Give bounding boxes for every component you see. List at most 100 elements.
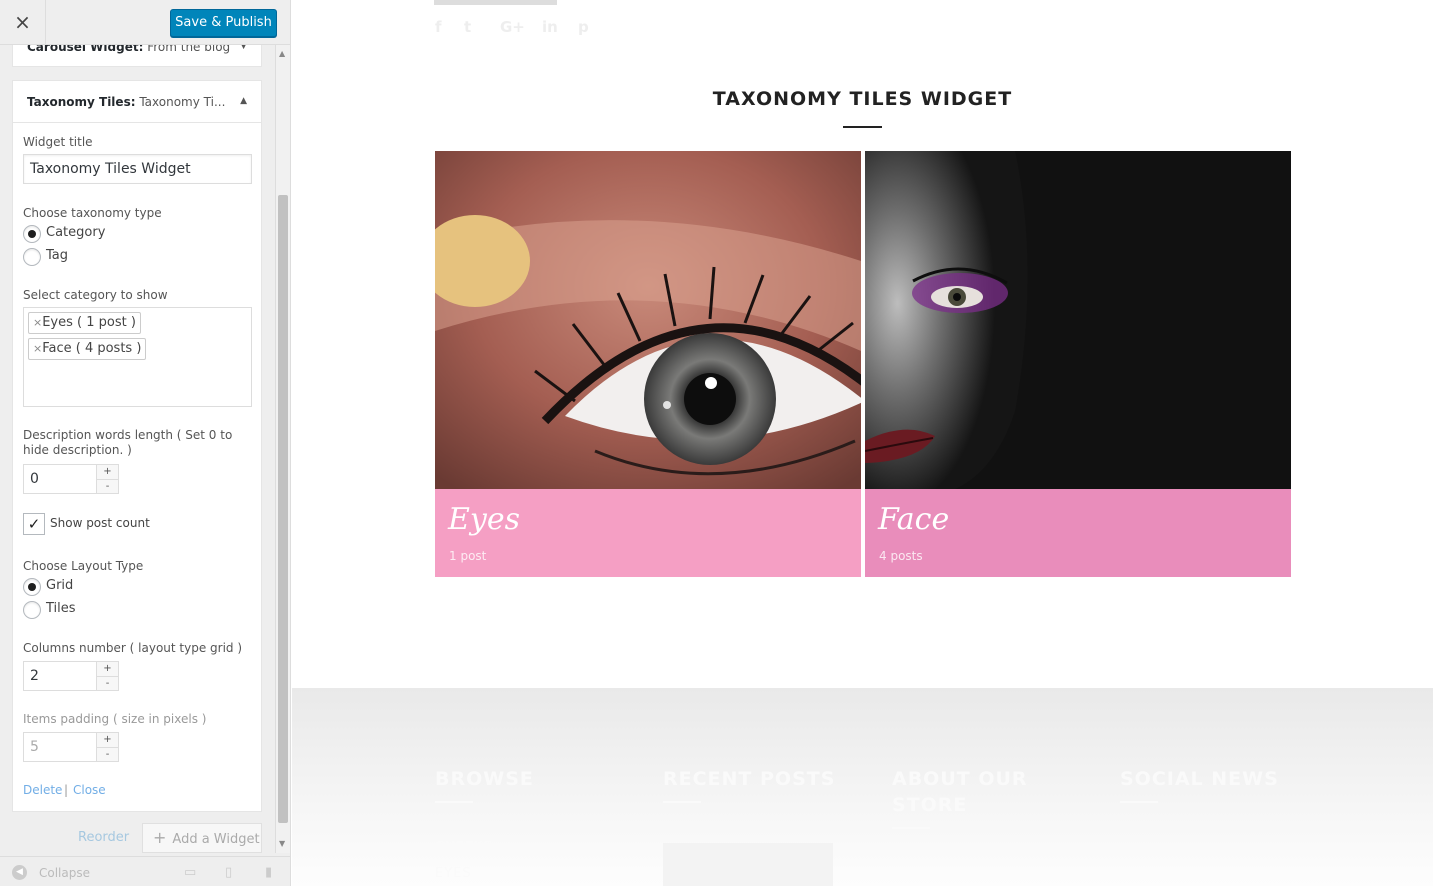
widget-title-input[interactable]: Taxonomy Tiles Widget (23, 154, 252, 184)
customizer-footer: ◀ Collapse ▭ ▯ ▮ (0, 856, 290, 886)
site-footer: BROWSE CHEEKS EYES RECENT POSTS ABOUT OU… (292, 688, 1433, 886)
desc-length-value: 0 (30, 471, 39, 487)
reorder-link[interactable]: Reorder (78, 830, 129, 845)
show-post-count-label: Show post count (50, 516, 150, 530)
heading-underline (1120, 801, 1158, 803)
increment-icon[interactable]: + (97, 465, 118, 479)
category-multiselect[interactable]: ×Eyes ( 1 post ) ×Face ( 4 posts ) (23, 307, 252, 407)
widget-header[interactable]: Carousel Widget: From the blog (13, 45, 261, 68)
save-publish-button[interactable]: Save & Publish (170, 9, 277, 37)
tile-title[interactable]: Face (878, 502, 949, 537)
columns-label: Columns number ( layout type grid ) (23, 641, 243, 655)
footer-heading-recent-posts: RECENT POSTS (663, 768, 836, 790)
twitter-icon[interactable]: t (464, 18, 471, 36)
chip-label: Eyes ( 1 post ) (42, 315, 136, 330)
radio-tiles[interactable] (23, 601, 41, 619)
linkedin-icon[interactable]: in (542, 18, 558, 36)
radio-category-label: Category (46, 225, 106, 240)
footer-heading-about: ABOUT OUR STORE (892, 768, 1028, 816)
add-widget-label: Add a Widget (172, 832, 260, 847)
tile-title[interactable]: Eyes (448, 502, 520, 537)
taxonomy-tiles-widget: Taxonomy Tiles: Taxonomy Ti... ▲ Widget … (12, 80, 262, 812)
widget-title-name: From the blog (143, 45, 231, 54)
recent-post-thumbnail[interactable] (663, 843, 833, 886)
desc-length-label: Description words length ( Set 0 to hide… (23, 428, 233, 457)
heading-underline (892, 827, 930, 829)
carousel-widget[interactable]: Carousel Widget: From the blog ▼ (12, 45, 262, 67)
tile-eyes[interactable]: Eyes 1 post (435, 151, 861, 577)
radio-tiles-label: Tiles (46, 601, 76, 616)
scroll-thumb[interactable] (278, 195, 288, 823)
panel-scrollbar[interactable]: ▲ ▼ (275, 45, 290, 853)
tile-caption: Face 4 posts (865, 489, 1291, 577)
remove-chip-icon[interactable]: × (33, 342, 42, 355)
columns-input[interactable]: 2 + - (23, 661, 119, 691)
collapse-icon[interactable]: ◀ (12, 865, 27, 880)
number-stepper[interactable]: + - (96, 465, 118, 493)
decrement-icon[interactable]: - (97, 676, 118, 690)
customizer-sidebar: Carousel Widget: From the blog ▼ Taxonom… (0, 0, 291, 886)
heading-underline (843, 126, 882, 128)
collapse-arrow-icon[interactable]: ▲ (240, 96, 247, 106)
remove-chip-icon[interactable]: × (33, 316, 42, 329)
columns-value: 2 (30, 668, 39, 684)
widget-area-actions: Reorder + Add a Widget (0, 820, 290, 853)
delete-link[interactable]: Delete (23, 783, 62, 797)
radio-grid[interactable] (23, 578, 41, 596)
radio-grid-label: Grid (46, 578, 74, 593)
category-select-label: Select category to show (23, 288, 168, 302)
increment-icon[interactable]: + (97, 662, 118, 676)
collapse-label[interactable]: Collapse (39, 866, 90, 880)
footer-heading-social-news: SOCIAL NEWS (1120, 768, 1279, 790)
radio-tag[interactable] (23, 248, 41, 266)
tile-post-count: 1 post (449, 549, 487, 563)
footer-link[interactable]: CHEEKS (435, 840, 493, 855)
decrement-icon[interactable]: - (97, 479, 118, 493)
close-button[interactable]: × (0, 0, 46, 45)
customizer-header: × Save & Publish (0, 0, 290, 45)
widget-header[interactable]: Taxonomy Tiles: Taxonomy Ti... (13, 81, 261, 123)
category-chip-eyes[interactable]: ×Eyes ( 1 post ) (28, 312, 141, 334)
desktop-preview-icon[interactable]: ▭ (184, 865, 196, 880)
widget-heading: TAXONOMY TILES WIDGET (712, 88, 1013, 110)
widget-title-type: Taxonomy Tiles: (27, 95, 136, 109)
facebook-icon[interactable]: f (435, 18, 442, 36)
close-link[interactable]: Close (73, 783, 106, 797)
chip-label: Face ( 4 posts ) (42, 341, 142, 356)
show-post-count-checkbox[interactable]: ✓ (23, 513, 45, 535)
expand-arrow-icon[interactable]: ▼ (240, 45, 247, 51)
increment-icon[interactable]: + (97, 733, 118, 747)
add-widget-button[interactable]: + Add a Widget (142, 823, 262, 853)
radio-tag-label: Tag (46, 248, 69, 263)
widget-title-name: Taxonomy Ti... (135, 95, 226, 109)
eye-closeup-image (435, 151, 861, 489)
footer-link[interactable]: EYES (435, 866, 472, 881)
radio-category[interactable] (23, 225, 41, 243)
desc-length-input[interactable]: 0 + - (23, 464, 119, 494)
heading-underline (663, 801, 701, 803)
mobile-preview-icon[interactable]: ▮ (265, 865, 272, 880)
scroll-down-icon[interactable]: ▼ (279, 839, 285, 848)
tablet-preview-icon[interactable]: ▯ (225, 865, 232, 880)
padding-label: Items padding ( size in pixels ) (23, 712, 207, 726)
layout-type-label: Choose Layout Type (23, 559, 144, 573)
link-separator: | (64, 783, 69, 797)
number-stepper[interactable]: + - (96, 733, 118, 761)
site-preview: f t G+ in p TAXONOMY TILES WIDGET Eyes 1… (292, 0, 1433, 886)
category-chip-face[interactable]: ×Face ( 4 posts ) (28, 338, 147, 360)
tile-post-count: 4 posts (879, 549, 923, 563)
tile-face[interactable]: Face 4 posts (865, 151, 1291, 577)
number-stepper[interactable]: + - (96, 662, 118, 690)
padding-input[interactable]: 5 + - (23, 732, 119, 762)
pinterest-icon[interactable]: p (578, 18, 589, 36)
footer-heading-browse: BROWSE (435, 768, 534, 790)
scroll-up-icon[interactable]: ▲ (279, 49, 285, 58)
padding-value: 5 (30, 739, 39, 755)
face-portrait-image (865, 151, 1291, 489)
decrement-icon[interactable]: - (97, 747, 118, 761)
heading-underline (435, 801, 473, 803)
divider-bar (434, 0, 557, 5)
plus-icon: + (153, 828, 167, 847)
widget-panel: Carousel Widget: From the blog ▼ Taxonom… (0, 45, 290, 853)
google-plus-icon[interactable]: G+ (500, 18, 525, 36)
